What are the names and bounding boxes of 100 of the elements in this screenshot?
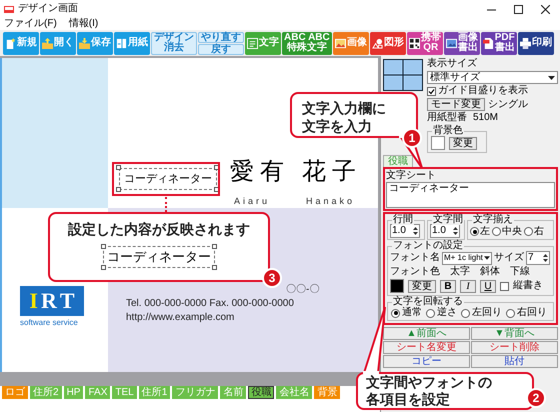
logo-letter: I	[29, 289, 38, 313]
button[interactable]: B	[440, 280, 456, 292]
radio-button[interactable]	[492, 227, 501, 236]
sheet-tab[interactable]: ロゴ	[2, 386, 28, 399]
logo-tagline: software service	[20, 318, 78, 327]
checkbox[interactable]	[427, 86, 436, 96]
field-label: 表示サイズ	[427, 58, 478, 70]
sheet-button[interactable]: 貼付	[471, 355, 558, 368]
callout-text: 各項目を設定	[366, 391, 451, 408]
radio-button[interactable]	[391, 308, 400, 318]
sheet-button[interactable]: ▼背面へ	[471, 327, 558, 340]
close-icon	[541, 4, 550, 14]
sheet-button[interactable]: ▲前面へ	[383, 327, 470, 340]
toolbar-button[interactable]: 用紙	[114, 32, 150, 54]
toolbar-button[interactable]: 図形	[370, 32, 406, 54]
toolbar-button[interactable]: PDF 書出	[480, 32, 517, 54]
checkbox-label: ガイド目盛りを表示	[438, 85, 528, 97]
sheet-tab[interactable]: 役職	[248, 386, 274, 399]
text-area[interactable]: コーディネーター	[386, 182, 555, 208]
resize-handle[interactable]	[214, 187, 219, 192]
callout-text: 文字を入力	[302, 117, 373, 135]
field-label: 下線	[510, 266, 530, 278]
toolbar-button[interactable]: 印刷	[518, 32, 554, 54]
field-label: 文字シート	[386, 170, 437, 182]
resize-handle	[101, 244, 106, 249]
group-label: フォントの設定	[392, 240, 464, 251]
group-label: 文字間	[432, 214, 464, 225]
toolbar-button[interactable]: 戻す	[198, 44, 244, 54]
resize-handle[interactable]	[214, 165, 219, 170]
toolbar-icon	[372, 38, 383, 48]
toolbar-button[interactable]: 携帯 QR	[406, 32, 443, 54]
field-label: フォント名	[390, 252, 440, 264]
resize-handle[interactable]	[116, 165, 121, 170]
resize-handle[interactable]	[116, 187, 121, 192]
field-value: コーディネーター	[389, 183, 469, 196]
field-value: 1.0	[432, 225, 446, 237]
radio-button[interactable]	[524, 227, 533, 236]
sheet-button[interactable]: シート削除	[471, 341, 558, 354]
menu-item[interactable]: ファイル(F)	[4, 18, 57, 30]
toolbar-button[interactable]: デザイン 消去	[151, 32, 197, 54]
radio-label: 中央	[502, 226, 522, 238]
spin-field[interactable]: 1.0	[390, 224, 420, 238]
sheet-tab[interactable]: FAX	[85, 386, 110, 399]
sheet-tab[interactable]: HP	[64, 386, 84, 399]
button[interactable]: U	[480, 280, 496, 292]
field-value: 7	[528, 252, 534, 264]
field-label: 斜体	[480, 266, 500, 278]
card-name: 愛有	[230, 158, 290, 186]
radio-label: 右	[534, 226, 544, 238]
field-label: フォント色	[390, 266, 440, 278]
button[interactable]: I	[460, 280, 476, 292]
checkbox-label: 縦書き	[513, 280, 543, 292]
sheet-name-tab[interactable]: 役職	[383, 155, 413, 167]
toolbar-icon	[482, 38, 494, 48]
size-dropdown[interactable]: 標準サイズ	[427, 71, 558, 84]
toolbar-button[interactable]: 開く	[40, 32, 76, 54]
button[interactable]: モード変更	[427, 98, 485, 111]
color-swatch[interactable]	[431, 136, 445, 150]
field-label: 太字	[450, 266, 470, 278]
sheet-tab[interactable]: 名前	[220, 386, 246, 399]
radio-label: 右回り	[517, 307, 547, 319]
sheet-tab[interactable]: 会社名	[276, 386, 312, 399]
resize-handle	[101, 265, 106, 270]
spin-field[interactable]: 1.0	[430, 224, 460, 238]
layout-thumbnail	[383, 59, 423, 91]
sheet-button[interactable]: コピー	[383, 355, 470, 368]
toolbar-button[interactable]: 画像 書出	[444, 32, 480, 54]
radio-button[interactable]	[470, 227, 479, 236]
card-reading: Aiaru	[234, 196, 270, 206]
menu-item[interactable]: 情報(I)	[68, 18, 98, 30]
sheet-tab[interactable]: 背景	[314, 386, 340, 399]
sheet-tab[interactable]: TEL	[112, 386, 137, 399]
sheet-tab[interactable]: 住所2	[30, 386, 62, 399]
radio-button[interactable]	[506, 308, 515, 318]
logo-letter: R	[40, 289, 57, 313]
field-label: 用紙型番	[427, 112, 467, 124]
callout-text: 設定した内容が反映されます	[68, 220, 250, 238]
sheet-button[interactable]: シート名変更	[383, 341, 470, 354]
toolbar-button[interactable]: 文字	[245, 32, 281, 54]
radio-button[interactable]	[426, 308, 435, 318]
toolbar-button[interactable]: やり直す	[198, 32, 244, 42]
toolbar-button[interactable]: 画像	[332, 32, 369, 54]
card-address: 〇〇-〇	[286, 284, 320, 296]
sheet-tab[interactable]: フリガナ	[172, 386, 218, 399]
sheet-tab[interactable]: 住所1	[138, 386, 170, 399]
font-dropdown[interactable]: M+ 1c light	[442, 252, 492, 264]
button[interactable]: 変更	[449, 136, 477, 150]
color-swatch[interactable]	[390, 279, 404, 293]
mode-text: シングル	[488, 98, 528, 110]
radio-button[interactable]	[461, 308, 470, 318]
card-name: 花子	[302, 158, 362, 186]
window-title: デザイン画面	[18, 3, 78, 15]
checkbox[interactable]	[500, 282, 509, 290]
toolbar-button[interactable]: 新規	[3, 32, 39, 54]
dropdown-value: 標準サイズ	[430, 72, 480, 84]
button[interactable]: 変更	[408, 280, 436, 292]
card-text: コーディネーター	[124, 173, 212, 185]
spin-field[interactable]: 7	[526, 251, 550, 265]
toolbar-button[interactable]: ABC ABC 特殊文字	[282, 32, 332, 54]
toolbar-button[interactable]: 保存	[77, 32, 113, 54]
